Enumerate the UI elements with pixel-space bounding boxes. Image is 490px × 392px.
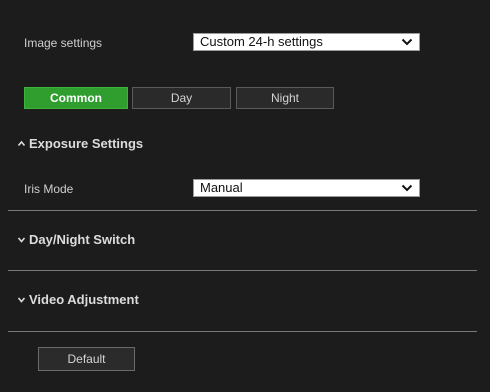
- default-button[interactable]: Default: [38, 347, 135, 371]
- iris-mode-select[interactable]: Manual: [193, 179, 420, 197]
- chevron-up-icon: [17, 140, 26, 147]
- video-adjustment-header[interactable]: Video Adjustment: [17, 292, 139, 307]
- image-settings-label: Image settings: [24, 36, 103, 50]
- exposure-settings-header[interactable]: Exposure Settings: [17, 136, 143, 151]
- exposure-settings-title: Exposure Settings: [29, 136, 144, 151]
- divider: [8, 210, 477, 211]
- image-settings-panel: Image settings Custom 24-h settings Comm…: [0, 0, 490, 392]
- day-night-switch-title: Day/Night Switch: [29, 232, 136, 247]
- iris-mode-selected-value: Manual: [200, 180, 243, 195]
- image-settings-selected-value: Custom 24-h settings: [200, 34, 323, 49]
- divider: [8, 331, 477, 332]
- day-night-switch-header[interactable]: Day/Night Switch: [17, 232, 135, 247]
- tab-common[interactable]: Common: [24, 87, 128, 109]
- video-adjustment-title: Video Adjustment: [29, 292, 139, 307]
- chevron-down-icon: [401, 38, 413, 46]
- iris-mode-label: Iris Mode: [24, 182, 74, 196]
- tab-day[interactable]: Day: [132, 87, 231, 109]
- chevron-down-icon: [17, 237, 26, 243]
- chevron-down-icon: [401, 184, 413, 192]
- divider: [8, 270, 477, 271]
- tab-night[interactable]: Night: [236, 87, 334, 109]
- image-settings-select[interactable]: Custom 24-h settings: [193, 33, 420, 51]
- chevron-down-icon: [17, 297, 26, 303]
